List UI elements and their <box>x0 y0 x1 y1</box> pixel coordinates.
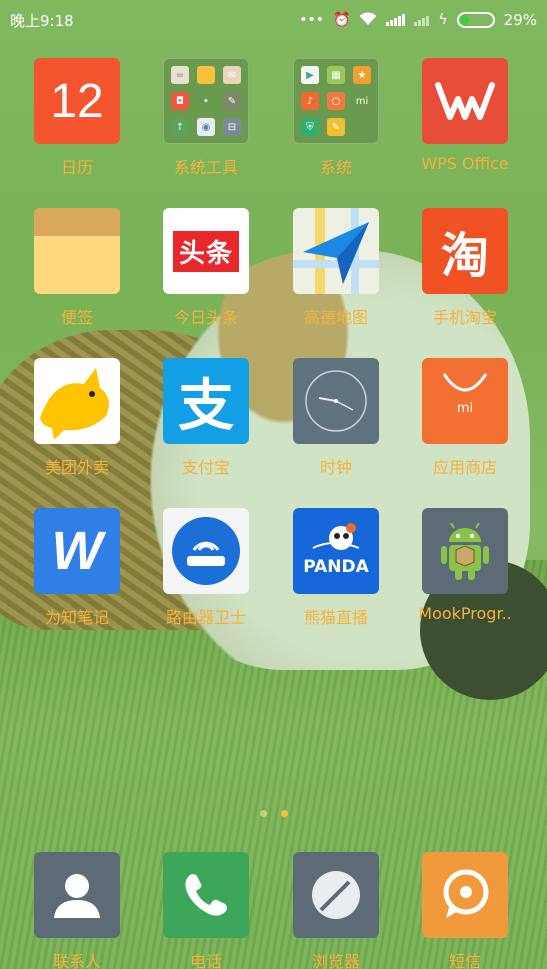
status-bar: 晚上9:18 ••• ⏰ ϟ 29% <box>0 0 547 40</box>
app-contacts[interactable]: 联系人 <box>12 852 142 969</box>
app-panda-live[interactable]: PANDA 熊猫直播 <box>271 508 401 638</box>
android-icon <box>422 508 508 594</box>
notes-icon-header <box>34 208 120 236</box>
app-label: 系统工具 <box>173 158 238 177</box>
app-label: 短信 <box>448 952 481 969</box>
clock-icon <box>293 358 379 444</box>
wifi-icon <box>359 11 377 29</box>
app-alipay[interactable]: 支 支付宝 <box>141 358 271 488</box>
phone-icon <box>163 852 249 938</box>
alarm-icon: ⏰ <box>332 12 351 28</box>
contacts-icon <box>34 852 120 938</box>
app-label: 日历 <box>60 158 93 177</box>
wiznote-icon: W <box>34 508 120 594</box>
app-label: 今日头条 <box>173 308 238 327</box>
app-row: W 为知笔记 路由器卫士 PANDA 熊猫直播 MookProgr.. <box>0 508 547 638</box>
app-browser[interactable]: 浏览器 <box>271 852 401 969</box>
app-notes[interactable]: 便签 <box>12 208 142 338</box>
folder-system-tools[interactable]: = ✉ ◘ • ✎ ↑ ◉ ⊟ 系统工具 <box>141 58 271 188</box>
app-label: 便签 <box>60 308 93 327</box>
app-wps-office[interactable]: WPS Office <box>400 58 530 188</box>
app-mookprogress[interactable]: MookProgr.. <box>400 508 530 638</box>
app-label: 联系人 <box>52 952 101 969</box>
battery-fill <box>459 15 469 25</box>
app-router-guard[interactable]: 路由器卫士 <box>141 508 271 638</box>
battery-icon <box>456 12 495 28</box>
calendar-icon: 12 <box>34 58 120 144</box>
notes-icon <box>34 208 120 294</box>
status-icons: ••• ⏰ ϟ 29% <box>299 11 537 29</box>
app-label: WPS Office <box>421 154 509 173</box>
toutiao-icon: 头条 <box>163 208 249 294</box>
amap-icon <box>293 208 379 294</box>
battery-percent: 29% <box>503 11 537 29</box>
app-label: 支付宝 <box>181 458 230 477</box>
app-clock[interactable]: 时钟 <box>271 358 401 488</box>
app-row: 美团外卖 支 支付宝 时钟 mi 应用商店 <box>0 358 547 488</box>
app-sms[interactable]: 短信 <box>400 852 530 969</box>
mi-store-logo-text: mi <box>457 401 473 416</box>
charging-icon: ϟ <box>438 12 448 28</box>
app-label: 高德地图 <box>303 308 368 327</box>
app-label: 路由器卫士 <box>165 608 246 627</box>
app-mi-store[interactable]: mi 应用商店 <box>400 358 530 488</box>
page-indicator <box>0 810 547 817</box>
app-meituan[interactable]: 美团外卖 <box>12 358 142 488</box>
browser-icon <box>293 852 379 938</box>
app-phone[interactable]: 电话 <box>141 852 271 969</box>
wps-icon <box>422 58 508 144</box>
app-wiznote[interactable]: W 为知笔记 <box>12 508 142 638</box>
app-label: 浏览器 <box>311 952 360 969</box>
more-icon: ••• <box>299 12 324 28</box>
app-taobao[interactable]: 淘 手机淘宝 <box>400 208 530 338</box>
app-label: 手机淘宝 <box>432 308 497 327</box>
folder-icon: ▶ ▦ ★ ♪ ○ mi ⛨ ✎ <box>293 58 379 144</box>
app-label: MookProgr.. <box>418 604 512 623</box>
sms-icon <box>422 852 508 938</box>
taobao-icon: 淘 <box>422 208 508 294</box>
meituan-icon <box>34 358 120 444</box>
app-toutiao[interactable]: 头条 今日头条 <box>141 208 271 338</box>
router-icon <box>163 508 249 594</box>
toutiao-logo-text: 头条 <box>172 230 239 272</box>
dock: 联系人 电话 浏览器 短信 <box>0 852 547 969</box>
alipay-icon: 支 <box>163 358 249 444</box>
folder-system[interactable]: ▶ ▦ ★ ♪ ○ mi ⛨ ✎ 系统 <box>271 58 401 188</box>
taobao-logo-text: 淘 <box>440 228 489 284</box>
mi-store-icon: mi <box>422 358 508 444</box>
signal-icon <box>386 14 406 26</box>
page-dot-active[interactable] <box>280 810 288 817</box>
wiznote-logo-text: W <box>51 521 103 581</box>
app-calendar[interactable]: 12 日历 <box>12 58 142 188</box>
folder-icon: = ✉ ◘ • ✎ ↑ ◉ ⊟ <box>163 58 249 144</box>
app-label: 为知笔记 <box>44 608 109 627</box>
app-label: 电话 <box>189 952 222 969</box>
app-label: 美团外卖 <box>44 458 109 477</box>
app-amap[interactable]: 高德地图 <box>271 208 401 338</box>
app-label: 应用商店 <box>432 458 497 477</box>
alipay-logo-text: 支 <box>178 373 234 439</box>
app-row: 便签 头条 今日头条 高德地图 淘 手机淘宝 <box>0 208 547 338</box>
app-label: 时钟 <box>319 458 352 477</box>
panda-logo-text: PANDA <box>303 557 369 577</box>
nosim-signal-icon <box>414 14 430 26</box>
app-label: 系统 <box>319 158 352 177</box>
app-label: 熊猫直播 <box>303 608 368 627</box>
app-row: 12 日历 = ✉ ◘ • ✎ ↑ ◉ ⊟ 系统工具 ▶ ▦ ★ ♪ ○ mi … <box>0 58 547 188</box>
calendar-date: 12 <box>50 74 104 128</box>
status-time: 晚上9:18 <box>10 11 74 30</box>
page-dot[interactable] <box>259 810 267 817</box>
panda-icon: PANDA <box>293 508 379 594</box>
